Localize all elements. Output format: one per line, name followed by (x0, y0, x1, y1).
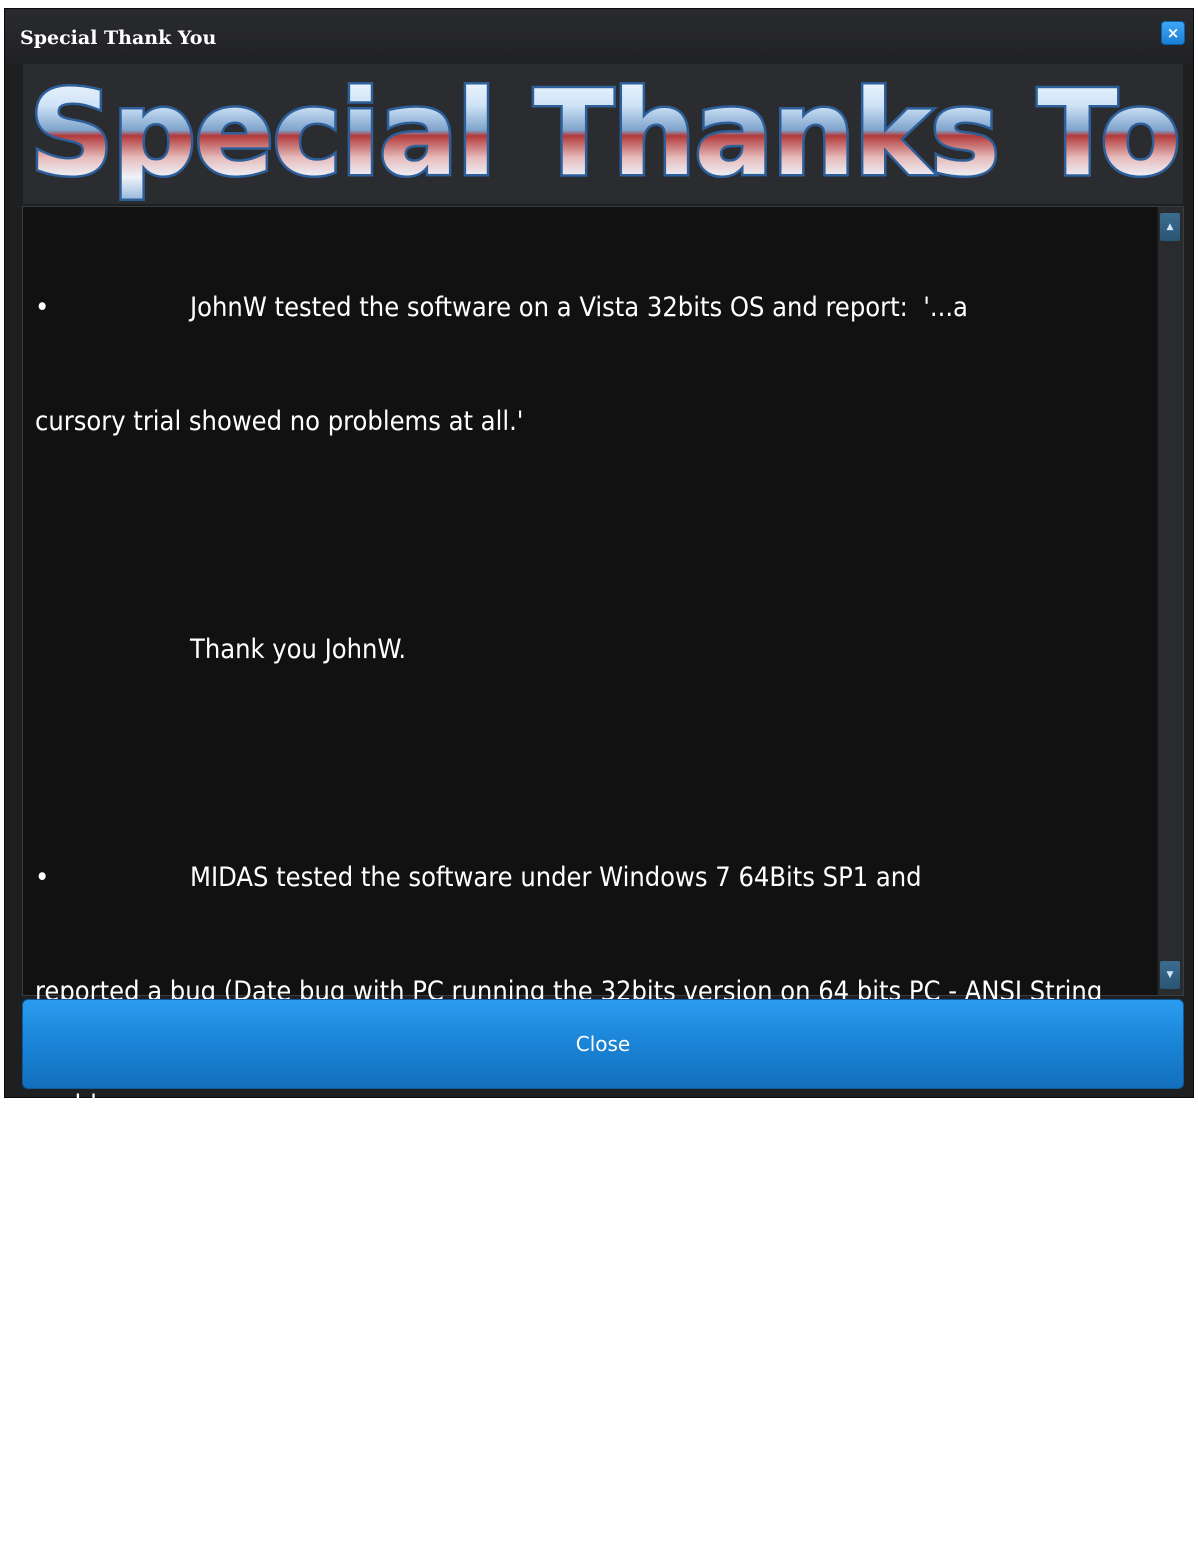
close-icon[interactable]: × (1161, 21, 1185, 45)
entry-1-continuation: cursory trial showed no problems at all.… (35, 406, 524, 437)
scroll-up-icon[interactable]: ▲ (1160, 213, 1180, 241)
window-title: Special Thank You (20, 27, 217, 49)
entry-2-text: MIDAS tested the software under Windows … (190, 862, 922, 893)
thanks-johnw: Thank you JohnW. (190, 634, 407, 665)
bullet: • (35, 862, 50, 893)
thanks-textbox[interactable]: • JohnW tested the software on a Vista 3… (22, 206, 1184, 1467)
vertical-scrollbar[interactable]: ▲ ▼ (1157, 207, 1183, 995)
dialog-window: Special Thank You × Special Thanks To • … (4, 8, 1194, 1467)
entry-2-first-line: • MIDAS tested the software under Window… (35, 859, 1150, 897)
entry-1-text: JohnW tested the software on a Vista 32b… (190, 292, 968, 323)
close-button[interactable]: Close (22, 999, 1184, 1089)
text-caret (35, 1431, 37, 1467)
thanks-midas: Thank you MIDAS. (190, 1318, 411, 1349)
title-bar: Special Thank You × (5, 9, 1193, 64)
banner-text: Special Thanks To (29, 64, 1179, 202)
bullet: • (35, 292, 50, 323)
scroll-down-icon[interactable]: ▼ (1160, 961, 1180, 989)
thanks-text: • JohnW tested the software on a Vista 3… (35, 213, 1150, 1543)
banner-graphic: Special Thanks To (27, 64, 1184, 204)
banner: Special Thanks To (23, 64, 1183, 204)
entry-1-first-line: • JohnW tested the software on a Vista 3… (35, 289, 1150, 327)
